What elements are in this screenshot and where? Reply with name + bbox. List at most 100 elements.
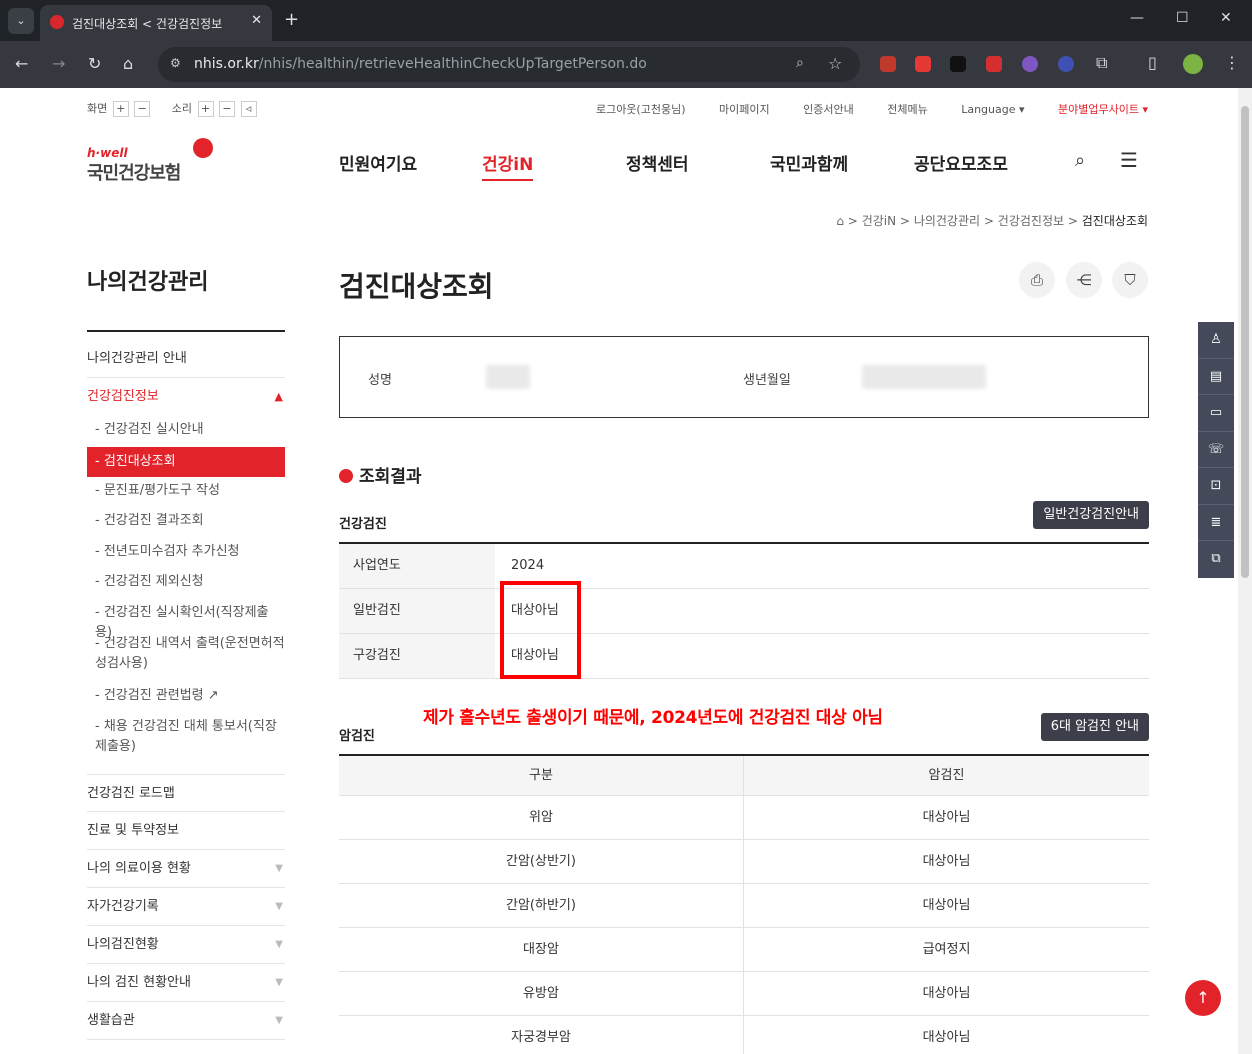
cancer-checkup-guide-button[interactable]: 6대 암검진 안내 bbox=[1040, 713, 1149, 741]
maximize-icon[interactable]: ☐ bbox=[1176, 10, 1189, 26]
gnb-health-in[interactable]: 건강iN bbox=[482, 150, 534, 181]
utility-links: 로그아웃(고천웅님) 마이페이지 인증서안내 전체메뉴 Language ▾ 분… bbox=[566, 101, 1148, 117]
sound-up-button[interactable]: + bbox=[197, 101, 214, 117]
breadcrumb-item[interactable]: 건강iN bbox=[862, 214, 896, 228]
lnb-sub-item[interactable]: - 건강검진 관련법령 ↗ bbox=[95, 686, 285, 706]
browser-tab-strip: ⌄ 검진대상조회 < 건강검진정보 ✕ + — ☐ ✕ bbox=[0, 0, 1252, 41]
window-close-icon[interactable]: ✕ bbox=[1220, 10, 1232, 26]
speaker-icon[interactable]: ◃ bbox=[240, 101, 257, 117]
red-highlight-box bbox=[500, 581, 581, 679]
nhis-logo[interactable]: h·well 국민건강보험 bbox=[87, 136, 217, 184]
table-cell: 유방암 bbox=[339, 972, 744, 1015]
lnb-item-medical-usage[interactable]: 나의 의료이용 현황 ▼ bbox=[87, 850, 285, 888]
tab-close-icon[interactable]: ✕ bbox=[251, 13, 262, 28]
address-bar[interactable]: ⚙ nhis.or.kr/nhis/healthin/retrieveHealt… bbox=[158, 47, 860, 82]
lnb-sub-item[interactable]: - 건강검진 실시안내 bbox=[95, 420, 285, 440]
bookmark-star-icon[interactable]: ☆ bbox=[828, 54, 842, 73]
lnb-sub-item[interactable]: - 문진표/평가도구 작성 bbox=[95, 481, 285, 501]
table-cell: 대상아님 bbox=[922, 810, 971, 825]
mypage-link[interactable]: 마이페이지 bbox=[719, 103, 770, 116]
home-icon[interactable]: ⌂ bbox=[123, 54, 133, 73]
lnb-item-lifestyle[interactable]: 생활습관 ▼ bbox=[87, 1002, 285, 1040]
person-icon[interactable]: ♙ bbox=[1198, 322, 1234, 359]
lock-icon[interactable]: ⊡ bbox=[1198, 468, 1234, 505]
table-cell: 간암(상반기) bbox=[339, 840, 744, 883]
extension-icon[interactable] bbox=[950, 56, 966, 72]
zoom-icon[interactable]: ⌕ bbox=[796, 55, 804, 71]
lnb-item-checkup-guide[interactable]: 나의 검진 현황안내 ▼ bbox=[87, 964, 285, 1002]
lnb-sub-item[interactable]: - 건강검진 제외신청 bbox=[95, 572, 285, 592]
certificate-guide-link[interactable]: 인증서안내 bbox=[803, 103, 854, 116]
reload-icon[interactable]: ↻ bbox=[88, 54, 101, 73]
tab-search-button[interactable]: ⌄ bbox=[8, 8, 34, 34]
gnb-policy-center[interactable]: 정책센터 bbox=[626, 150, 689, 175]
annotation-text: 제가 홀수년도 출생이기 때문에, 2024년도에 건강검진 대상 아님 bbox=[423, 708, 883, 728]
breadcrumb-item[interactable]: 건강검진정보 bbox=[998, 214, 1064, 228]
business-sites-select[interactable]: 분야별업무사이트 ▾ bbox=[1058, 103, 1148, 116]
browser-tab[interactable]: 검진대상조회 < 건강검진정보 ✕ bbox=[40, 5, 272, 41]
monitor-icon[interactable]: ▭ bbox=[1198, 395, 1234, 432]
extensions-puzzle-icon[interactable]: ⧉ bbox=[1096, 53, 1107, 73]
breadcrumb-item[interactable]: 나의건강관리 bbox=[914, 214, 980, 228]
side-panel-icon[interactable]: ▯ bbox=[1148, 53, 1157, 72]
expand-triangle-icon: ▼ bbox=[275, 863, 283, 874]
back-icon[interactable]: ← bbox=[15, 54, 28, 73]
gnb-with-people[interactable]: 국민과함께 bbox=[770, 150, 848, 175]
browser-menu-icon[interactable]: ⋮ bbox=[1224, 53, 1240, 72]
table-row: 간암(상반기) 대상아님 bbox=[339, 840, 1149, 884]
lnb-item-checkup-info[interactable]: 건강검진정보 ▲ bbox=[87, 378, 285, 416]
lnb-sub-item[interactable]: - 건강검진 내역서 출력(운전면허적성검사용) bbox=[95, 634, 285, 674]
extension-icon[interactable] bbox=[1022, 56, 1038, 72]
logout-link[interactable]: 로그아웃(고천웅님) bbox=[596, 103, 686, 116]
lnb-item-my-checkup[interactable]: 나의검진현황 ▼ bbox=[87, 926, 285, 964]
document-icon[interactable]: ▤ bbox=[1198, 359, 1234, 395]
lnb-sub-item[interactable]: - 전년도미수검자 추가신청 bbox=[95, 542, 285, 562]
table-cell: 대장암 bbox=[339, 928, 744, 971]
lnb-sub-item[interactable]: - 채용 건강검진 대체 통보서(직장제출용) bbox=[95, 717, 285, 757]
phone-icon[interactable]: ☏ bbox=[1198, 432, 1234, 468]
language-select[interactable]: Language ▾ bbox=[961, 103, 1024, 116]
lnb-item-guide[interactable]: 나의건강관리 안내 bbox=[87, 340, 285, 378]
table-header-cell: 일반검진 bbox=[339, 589, 495, 633]
lnb-item-treatment[interactable]: 진료 및 투약정보 bbox=[87, 812, 285, 850]
minimize-icon[interactable]: — bbox=[1130, 10, 1144, 26]
lnb-sub-item[interactable]: - 건강검진 결과조회 bbox=[95, 511, 285, 531]
scroll-top-button[interactable]: ↑ bbox=[1185, 980, 1221, 1016]
screen-zoom-out-button[interactable]: − bbox=[134, 101, 151, 117]
cancer-checkup-heading: 암검진 bbox=[339, 729, 375, 744]
gnb-civil-complaint[interactable]: 민원여기요 bbox=[339, 150, 417, 175]
print-icon[interactable]: ⎙ bbox=[1019, 262, 1055, 298]
extension-icon[interactable] bbox=[915, 56, 931, 72]
screen-zoom-in-button[interactable]: + bbox=[112, 101, 129, 117]
extension-icon[interactable] bbox=[986, 56, 1002, 72]
lnb-sub-item-active[interactable]: - 검진대상조회 bbox=[87, 447, 285, 477]
hamburger-menu-icon[interactable]: ☰ bbox=[1120, 148, 1138, 172]
new-tab-button[interactable]: + bbox=[284, 9, 299, 30]
copy-icon[interactable]: ⧉ bbox=[1198, 541, 1234, 578]
gnb-about-nhis[interactable]: 공단요모조모 bbox=[914, 150, 1008, 175]
search-icon[interactable]: ⌕ bbox=[1075, 150, 1085, 171]
site-info-icon[interactable]: ⚙ bbox=[170, 56, 181, 70]
home-icon[interactable]: ⌂ bbox=[836, 214, 844, 228]
lnb-item-roadmap[interactable]: 건강검진 로드맵 bbox=[87, 774, 285, 812]
scrollbar-thumb[interactable] bbox=[1241, 106, 1249, 578]
lnb-title: 나의건강관리 bbox=[87, 270, 209, 295]
table-row: 구강검진 대상아님 bbox=[339, 634, 1149, 679]
url-text[interactable]: nhis.or.kr/nhis/healthin/retrieveHealthi… bbox=[194, 56, 647, 72]
logo-name-text: 국민건강보험 bbox=[87, 163, 181, 184]
sound-down-button[interactable]: − bbox=[219, 101, 235, 117]
all-menu-link[interactable]: 전체메뉴 bbox=[887, 103, 927, 116]
notice-icon[interactable]: ≣ bbox=[1198, 505, 1234, 541]
general-checkup-guide-button[interactable]: 일반건강검진안내 bbox=[1033, 501, 1149, 529]
expand-triangle-icon: ▼ bbox=[275, 1015, 283, 1026]
lnb-item-self-record[interactable]: 자가건강기록 ▼ bbox=[87, 888, 285, 926]
bookmark-icon[interactable]: ⛉ bbox=[1112, 262, 1148, 298]
page-scrollbar[interactable] bbox=[1238, 88, 1252, 1054]
share-icon[interactable]: ⋲ bbox=[1066, 262, 1102, 298]
profile-avatar[interactable] bbox=[1183, 54, 1203, 74]
breadcrumb-current: 검진대상조회 bbox=[1081, 214, 1148, 228]
forward-icon[interactable]: → bbox=[52, 54, 65, 73]
extension-icon[interactable] bbox=[1058, 56, 1074, 72]
sound-label: 소리 bbox=[171, 102, 192, 115]
extension-icon[interactable] bbox=[880, 56, 896, 72]
